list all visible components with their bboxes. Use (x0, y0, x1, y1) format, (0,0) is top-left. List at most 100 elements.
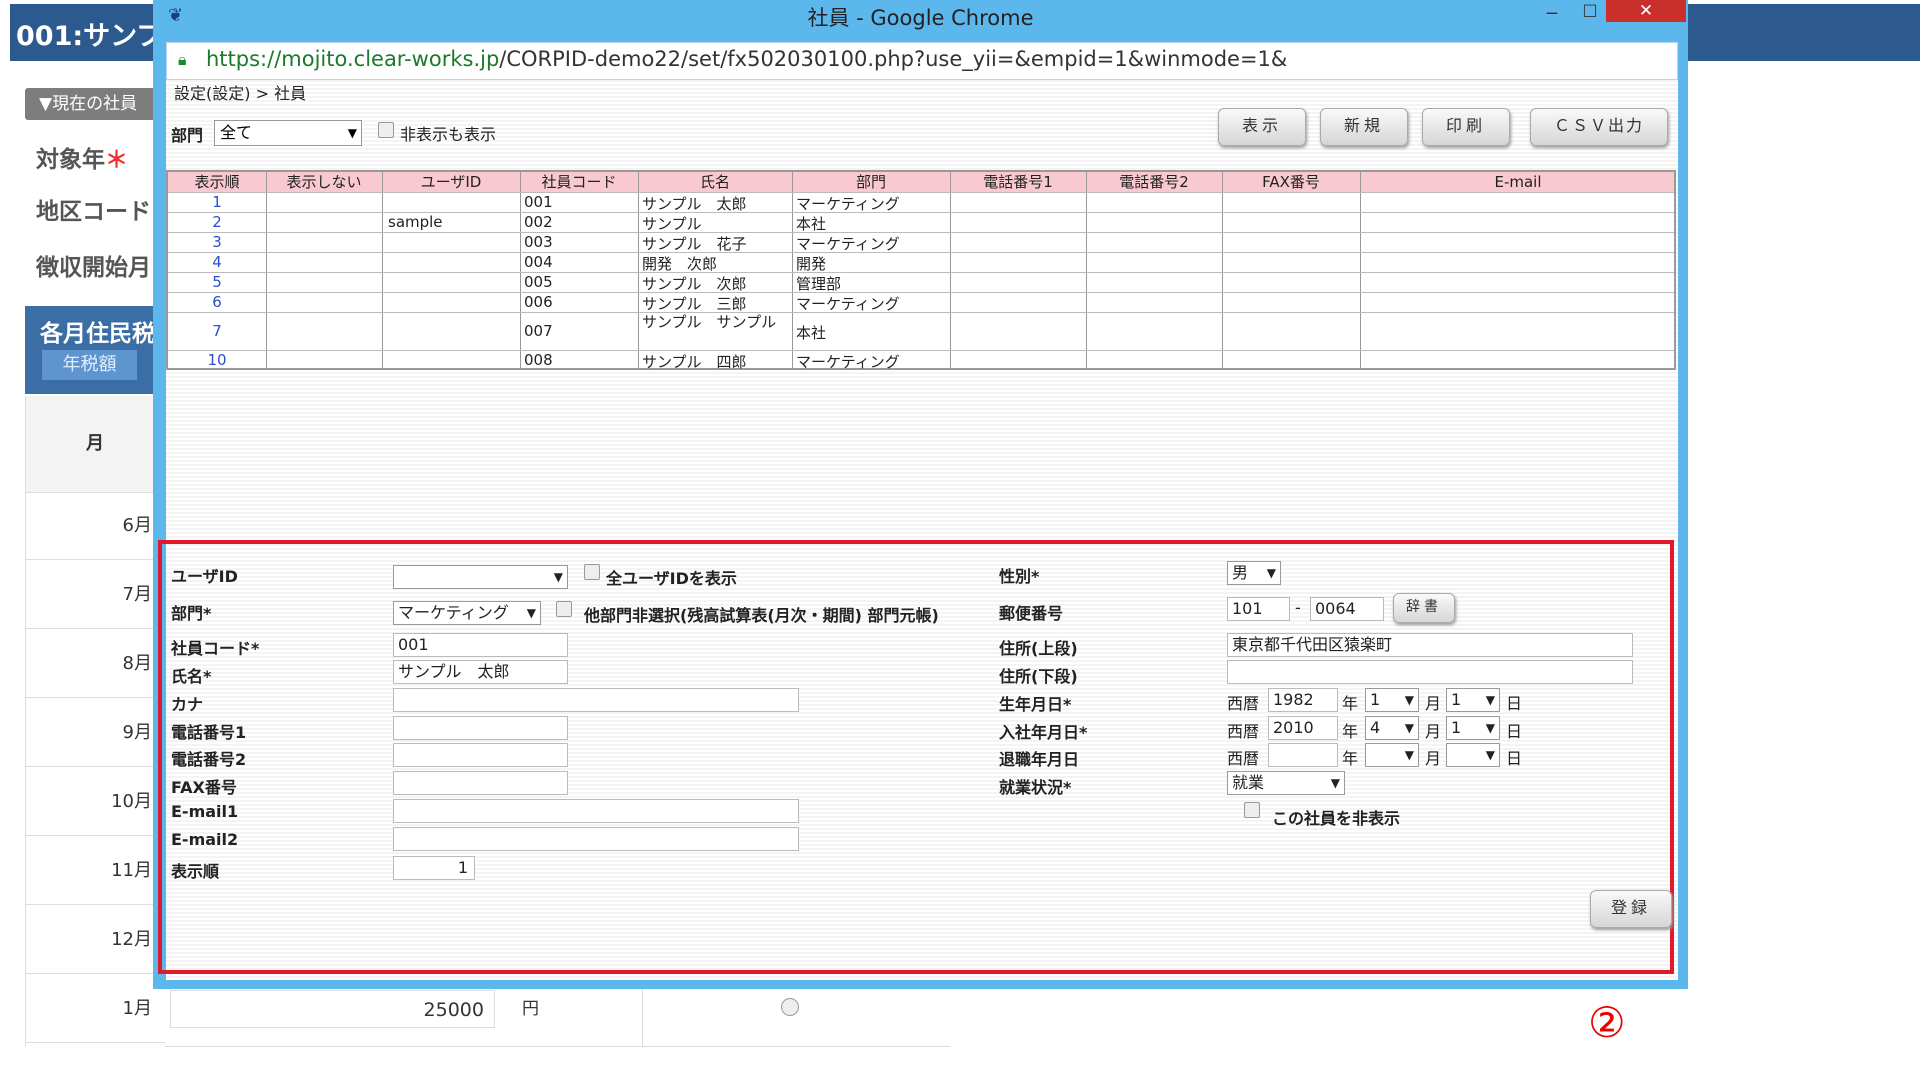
address2-input[interactable] (1227, 660, 1633, 684)
hide-employee-label: この社員を非表示 (1272, 809, 1401, 828)
yen-label: 円 (522, 999, 539, 1019)
era-label: 西暦 (1227, 722, 1260, 741)
show-hidden-label: 非表示も表示 (400, 125, 497, 144)
email2-input[interactable] (393, 827, 799, 851)
month-cell: 10月 (26, 768, 166, 836)
chevron-down-icon: ▼ (1330, 776, 1340, 790)
year-unit: 年 (1342, 722, 1359, 741)
target-year-label: 対象年＊ (36, 147, 128, 173)
birth-year-input[interactable]: 1982 (1268, 688, 1338, 712)
exclude-other-dept-checkbox[interactable] (556, 601, 572, 617)
month-unit: 月 (1425, 694, 1442, 713)
tel2-input[interactable] (393, 743, 568, 767)
month-cell: 1月 (26, 975, 166, 1043)
address2-label: 住所(下段) (999, 667, 1078, 686)
close-button[interactable]: ✕ (1606, 0, 1686, 22)
jan-radio[interactable] (781, 998, 799, 1016)
show-button[interactable]: 表示 (1218, 108, 1306, 146)
gender-select[interactable]: 男 ▼ (1227, 561, 1281, 585)
tel2-label: 電話番号2 (171, 750, 247, 769)
dept-select[interactable]: マーケティング ▼ (393, 601, 541, 625)
postal-label: 郵便番号 (999, 604, 1064, 623)
divider (642, 982, 643, 1046)
email2-label: E-mail2 (171, 830, 239, 849)
chevron-down-icon: ▼ (1485, 748, 1495, 762)
print-button[interactable]: 印刷 (1422, 108, 1510, 146)
join-day-select[interactable]: 1 ▼ (1446, 716, 1500, 740)
gender-label: 性別* (999, 567, 1040, 586)
col-header[interactable]: 社員コード (520, 172, 638, 192)
era-label: 西暦 (1227, 749, 1260, 768)
district-code-label: 地区コード (36, 199, 151, 225)
tel1-input[interactable] (393, 716, 568, 740)
dept-filter-select[interactable]: 全て ▼ (214, 120, 362, 146)
chevron-down-icon: ▼ (347, 126, 357, 140)
month-cell: 11月 (26, 837, 166, 905)
chevron-down-icon: ▼ (1404, 693, 1414, 707)
month-table: 6月 7月 8月 9月 10月 11月 12月 1月 (25, 396, 166, 1046)
join-month-select[interactable]: 4 ▼ (1365, 716, 1419, 740)
col-header[interactable]: 電話番号1 (950, 172, 1086, 192)
chevron-down-icon: ▼ (1485, 693, 1495, 707)
year-unit: 年 (1342, 749, 1359, 768)
retire-day-select[interactable]: ▼ (1446, 743, 1500, 767)
col-header[interactable]: 部門 (792, 172, 950, 192)
join-date-label: 入社年月日* (999, 723, 1088, 742)
exclude-other-dept-label: 他部門非選択(残高試算表(月次・期間) 部門元帳) (584, 606, 939, 625)
birth-day-select[interactable]: 1 ▼ (1446, 688, 1500, 712)
month-cell: 9月 (26, 699, 166, 767)
csv-export-button[interactable]: ＣＳＶ出力 (1530, 108, 1668, 146)
display-order-label: 表示順 (171, 862, 220, 881)
col-header[interactable]: ユーザID (382, 172, 520, 192)
col-header[interactable]: E-mail (1360, 172, 1676, 192)
col-header[interactable]: 電話番号2 (1086, 172, 1222, 192)
jan-amount-input[interactable]: 25000 (170, 990, 495, 1028)
maximize-button[interactable]: □ (1578, 0, 1602, 24)
dept-filter-label: 部門 (171, 126, 204, 145)
tel1-label: 電話番号1 (171, 723, 247, 742)
lock-icon: 🔒︎ (178, 50, 187, 69)
kana-input[interactable] (393, 688, 799, 712)
col-header[interactable]: 表示順 (168, 172, 266, 192)
postal-code1-input[interactable]: 101 (1227, 597, 1290, 621)
day-unit: 日 (1506, 749, 1523, 768)
name-label: 氏名* (171, 667, 212, 686)
annual-tax-tab[interactable]: 年税額 (42, 350, 137, 380)
year-unit: 年 (1342, 694, 1359, 713)
retire-month-select[interactable]: ▼ (1365, 743, 1419, 767)
register-button[interactable]: 登録 (1590, 890, 1672, 928)
retire-year-input[interactable] (1268, 743, 1338, 767)
new-button[interactable]: 新規 (1320, 108, 1408, 146)
user-id-label: ユーザID (171, 567, 238, 586)
col-header[interactable]: 表示しない (266, 172, 382, 192)
era-label: 西暦 (1227, 694, 1260, 713)
address1-input[interactable]: 東京都千代田区猿楽町 (1227, 633, 1633, 657)
display-order-input[interactable]: 1 (393, 856, 475, 880)
table-header: 表示順 表示しない ユーザID 社員コード 氏名 部門 電話番号1 電話番号2 … (168, 172, 1674, 192)
day-unit: 日 (1506, 694, 1523, 713)
chevron-down-icon: ▼ (1485, 721, 1495, 735)
birth-month-select[interactable]: 1 ▼ (1365, 688, 1419, 712)
join-year-input[interactable]: 2010 (1268, 716, 1338, 740)
work-status-select[interactable]: 就業 ▼ (1227, 771, 1345, 795)
minimize-button[interactable]: ‒ (1540, 0, 1564, 24)
url-text[interactable]: https://mojito.clear-works.jp/CORPID-dem… (206, 47, 1287, 71)
show-all-users-label: 全ユーザIDを表示 (606, 569, 737, 588)
month-cell: 8月 (26, 630, 166, 698)
name-input[interactable]: サンプル 太郎 (393, 660, 568, 684)
show-all-users-checkbox[interactable] (584, 564, 600, 580)
month-cell: 7月 (26, 561, 166, 629)
retire-date-label: 退職年月日 (999, 750, 1080, 769)
postal-code2-input[interactable]: 0064 (1310, 597, 1384, 621)
col-header[interactable]: FAX番号 (1222, 172, 1360, 192)
show-hidden-checkbox[interactable] (378, 122, 394, 138)
employee-code-input[interactable]: 001 (393, 633, 568, 657)
fax-input[interactable] (393, 771, 568, 795)
col-header[interactable]: 氏名 (638, 172, 792, 192)
hide-employee-checkbox[interactable] (1244, 802, 1260, 818)
email1-input[interactable] (393, 799, 799, 823)
kana-label: カナ (171, 695, 204, 714)
user-id-select[interactable]: ▼ (393, 565, 568, 589)
chevron-down-icon: ▼ (553, 570, 563, 584)
dictionary-button[interactable]: 辞書 (1393, 593, 1455, 623)
